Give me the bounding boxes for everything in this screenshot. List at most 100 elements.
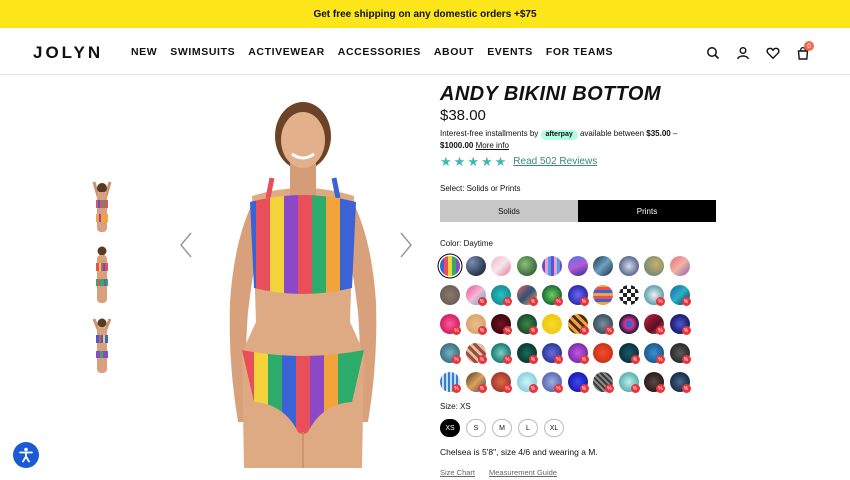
color-swatch[interactable]: % <box>491 285 512 306</box>
color-swatch[interactable]: % <box>542 372 563 393</box>
color-swatch[interactable]: % <box>618 343 640 364</box>
afterpay-max: $1000.00 <box>440 141 474 150</box>
color-swatch[interactable]: % <box>516 343 538 364</box>
afterpay-prefix: Interest-free installments by <box>440 129 539 138</box>
color-swatch[interactable]: % <box>440 343 461 364</box>
star-icon: ★ <box>494 154 507 169</box>
solids-button[interactable]: Solids <box>440 200 578 222</box>
afterpay-min: $35.00 <box>646 129 671 138</box>
color-swatch[interactable]: % <box>465 372 487 393</box>
color-swatch[interactable]: % <box>516 285 538 306</box>
color-swatch[interactable]: % <box>440 314 461 335</box>
color-swatch[interactable]: % <box>491 343 512 364</box>
nav-swimsuits[interactable]: SWIMSUITS <box>170 46 235 58</box>
size-m-button[interactable]: M <box>492 419 512 437</box>
thumbnail-3[interactable] <box>84 313 120 375</box>
nav-new[interactable]: NEW <box>131 46 157 58</box>
heart-icon[interactable] <box>766 46 780 60</box>
cart-icon[interactable]: 0 <box>796 41 814 60</box>
header-icons: 0 <box>706 41 814 60</box>
color-swatch[interactable]: % <box>542 343 563 364</box>
color-swatch[interactable]: % <box>465 285 487 306</box>
cart-count-badge: 0 <box>804 41 814 51</box>
color-swatch[interactable]: % <box>465 314 487 335</box>
search-icon[interactable] <box>706 46 720 60</box>
gallery-prev-icon[interactable] <box>178 230 194 260</box>
size-s-button[interactable]: S <box>466 419 486 437</box>
size-chart-link[interactable]: Size Chart <box>440 468 475 477</box>
color-swatch[interactable] <box>593 256 613 276</box>
color-swatch[interactable]: % <box>440 372 461 393</box>
color-swatch[interactable]: % <box>644 285 665 306</box>
color-swatch[interactable]: % <box>465 343 487 364</box>
prints-button[interactable]: Prints <box>578 200 716 222</box>
color-swatch[interactable]: % <box>644 372 665 393</box>
sale-badge: % <box>681 297 691 306</box>
nav-about[interactable]: ABOUT <box>434 46 474 58</box>
nav-for-teams[interactable]: FOR TEAMS <box>546 46 613 58</box>
color-swatch[interactable]: % <box>542 285 563 306</box>
color-swatch[interactable] <box>465 256 486 276</box>
read-reviews-link[interactable]: Read 502 Reviews <box>513 156 597 167</box>
color-swatch[interactable] <box>516 256 537 276</box>
site-logo[interactable]: JOLYN <box>33 43 103 63</box>
afterpay-more-info-link[interactable]: More info <box>476 141 509 150</box>
color-swatch[interactable]: % <box>669 285 691 306</box>
sale-badge: % <box>605 384 614 393</box>
nav-accessories[interactable]: ACCESSORIES <box>338 46 421 58</box>
color-swatch[interactable] <box>593 285 613 305</box>
product-price: $38.00 <box>440 107 486 124</box>
size-xs-button[interactable]: XS <box>440 419 460 437</box>
color-swatch[interactable]: % <box>593 314 614 335</box>
sale-badge: % <box>477 384 487 393</box>
color-swatch[interactable] <box>669 256 690 276</box>
color-swatch[interactable] <box>618 285 639 305</box>
color-swatch[interactable]: % <box>567 372 589 393</box>
color-swatch[interactable]: % <box>669 372 691 393</box>
star-icon: ★ <box>453 154 466 169</box>
color-swatch[interactable] <box>491 256 511 276</box>
color-swatch[interactable]: % <box>644 314 665 335</box>
size-l-button[interactable]: L <box>518 419 538 437</box>
sale-badge: % <box>554 384 563 393</box>
color-swatch[interactable]: % <box>491 372 512 393</box>
account-icon[interactable] <box>736 46 750 60</box>
color-swatch[interactable]: % <box>593 372 614 393</box>
color-swatch[interactable]: % <box>669 343 691 364</box>
sale-badge: % <box>503 384 512 393</box>
color-swatch[interactable]: % <box>644 343 665 364</box>
color-swatch[interactable] <box>542 314 562 334</box>
size-xl-button[interactable]: XL <box>544 419 564 437</box>
sale-badge: % <box>554 355 563 364</box>
star-icon: ★ <box>467 154 479 169</box>
thumbnail-1[interactable] <box>84 174 120 236</box>
nav-activewear[interactable]: ACTIVEWEAR <box>248 46 325 58</box>
color-swatch[interactable]: % <box>567 285 589 306</box>
color-swatch[interactable]: % <box>669 314 691 335</box>
sale-badge: % <box>630 355 640 364</box>
sale-badge: % <box>477 297 487 306</box>
color-swatch[interactable] <box>440 285 460 305</box>
nav-events[interactable]: EVENTS <box>487 46 533 58</box>
color-swatch[interactable]: % <box>567 314 589 335</box>
sale-badge: % <box>579 326 589 335</box>
color-swatch[interactable]: % <box>516 372 538 393</box>
color-swatch[interactable] <box>567 256 588 276</box>
color-swatch[interactable] <box>618 256 639 276</box>
color-swatch[interactable] <box>593 343 613 363</box>
color-swatch[interactable]: % <box>491 314 512 335</box>
color-swatch[interactable] <box>542 256 562 276</box>
gallery-next-icon[interactable] <box>398 230 414 260</box>
afterpay-info: Interest-free installments by afterpay a… <box>440 128 710 152</box>
color-swatch[interactable]: % <box>567 343 589 364</box>
color-swatch[interactable] <box>440 256 460 276</box>
promo-banner: Get free shipping on any domestic orders… <box>0 0 850 28</box>
thumbnail-2[interactable] <box>84 243 120 305</box>
sale-badge: % <box>503 326 512 335</box>
color-swatch[interactable]: % <box>618 372 640 393</box>
color-swatch[interactable] <box>644 256 664 276</box>
measurement-guide-link[interactable]: Measurement Guide <box>489 468 557 477</box>
color-swatch[interactable]: % <box>516 314 538 335</box>
accessibility-icon[interactable] <box>13 442 39 468</box>
color-swatch[interactable] <box>618 314 639 334</box>
